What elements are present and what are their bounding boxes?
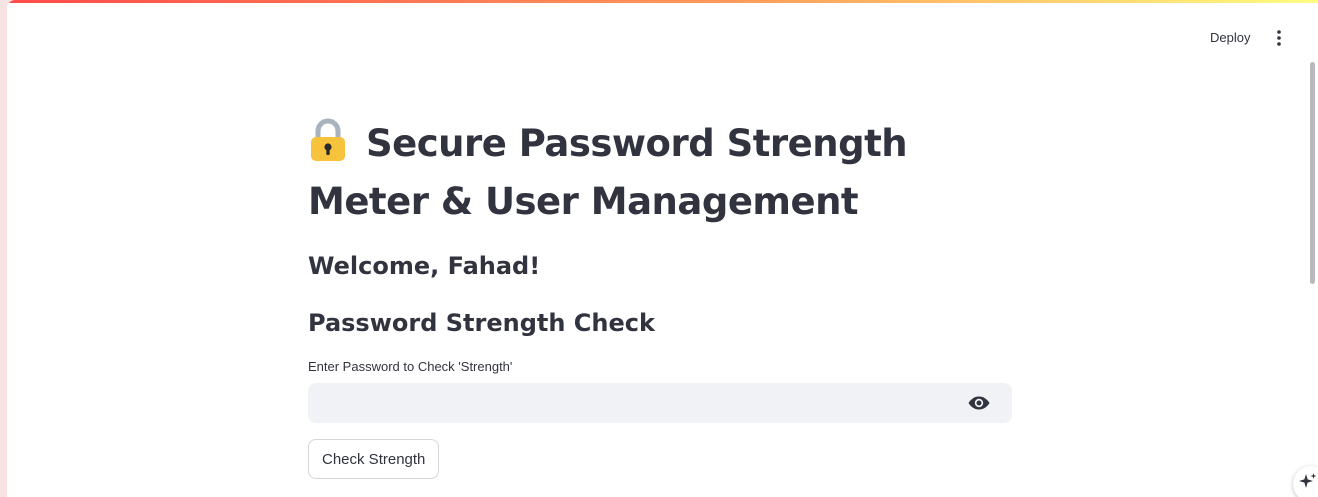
app-window: Deploy Secure Password Strength Meter & … bbox=[7, 0, 1318, 497]
page-scrollbar[interactable] bbox=[1310, 62, 1315, 284]
lock-icon bbox=[308, 118, 348, 176]
password-field-label: Enter Password to Check 'Strength' bbox=[308, 359, 513, 374]
page-title-text: Secure Password Strength Meter & User Ma… bbox=[308, 122, 908, 223]
check-strength-button[interactable]: Check Strength bbox=[308, 439, 440, 479]
welcome-heading: Welcome, Fahad! bbox=[308, 252, 541, 280]
section-heading: Password Strength Check bbox=[308, 309, 655, 337]
password-input[interactable] bbox=[308, 383, 972, 423]
show-password-button[interactable] bbox=[964, 391, 994, 415]
sparkle-icon bbox=[1299, 473, 1317, 488]
assistant-button[interactable] bbox=[1293, 466, 1318, 497]
main-menu-button[interactable] bbox=[1269, 26, 1289, 50]
eye-icon bbox=[968, 396, 990, 410]
vertical-dots-icon bbox=[1277, 30, 1281, 46]
page-title: Secure Password Strength Meter & User Ma… bbox=[308, 118, 1018, 228]
top-decoration-bar bbox=[7, 0, 1318, 3]
password-field bbox=[308, 383, 1012, 423]
deploy-button[interactable]: Deploy bbox=[1202, 26, 1258, 50]
